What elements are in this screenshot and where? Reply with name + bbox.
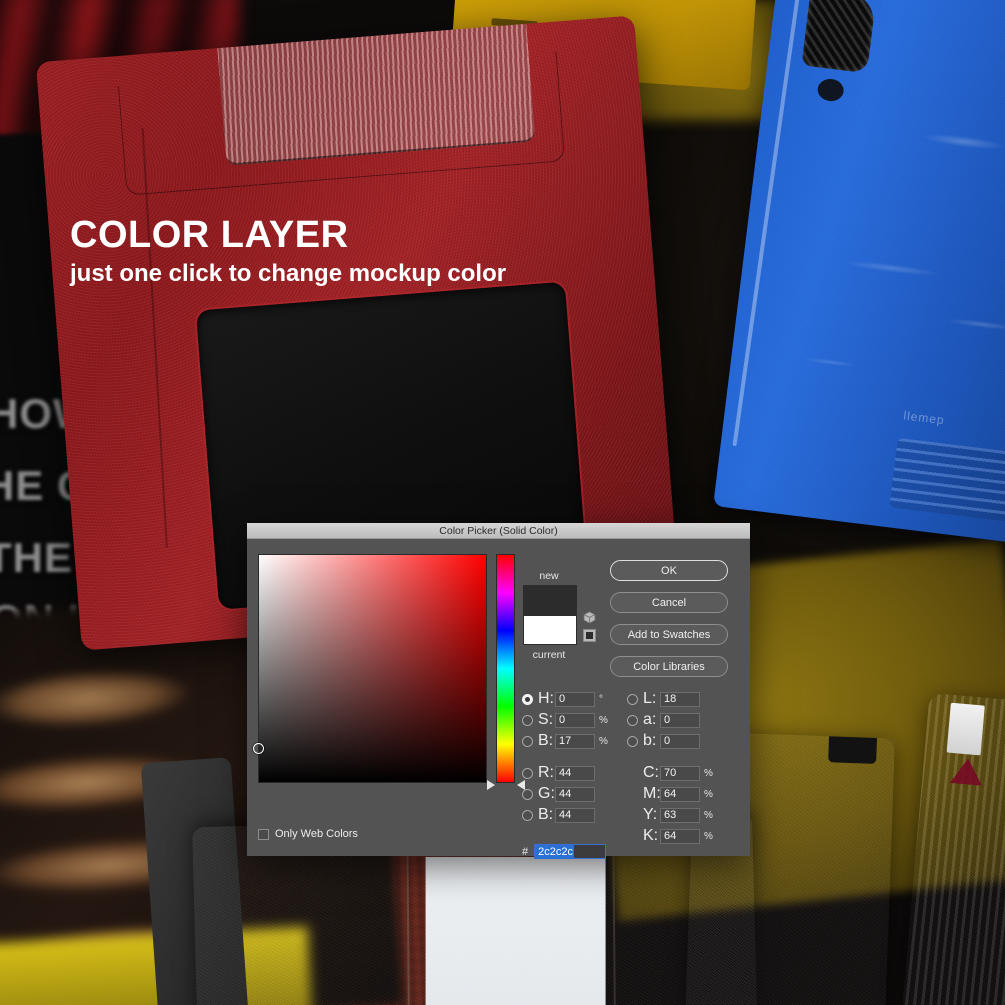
- field-row-lab-l[interactable]: L: 18: [627, 690, 700, 707]
- label-magenta: M:: [643, 785, 661, 802]
- radio-red[interactable]: [522, 767, 533, 779]
- unit-black: %: [704, 830, 713, 842]
- only-web-colors-label: Only Web Colors: [275, 828, 358, 840]
- input-lab-b[interactable]: 0: [660, 733, 700, 749]
- radio-lab-a[interactable]: [627, 714, 638, 726]
- floppy-dark-right-notch: [828, 736, 878, 764]
- radio-lab-b[interactable]: [627, 735, 638, 747]
- floppy-blue-shutter-opening: [801, 0, 877, 74]
- radio-hue[interactable]: [522, 693, 533, 705]
- label-cyan: C:: [643, 764, 659, 781]
- radio-green[interactable]: [522, 788, 533, 800]
- dialog-title: Color Picker (Solid Color): [439, 524, 558, 537]
- input-lab-a[interactable]: 0: [660, 712, 700, 728]
- field-row-green[interactable]: G: 44: [522, 785, 595, 802]
- hue-slider[interactable]: [496, 554, 515, 783]
- input-hue[interactable]: 0: [555, 691, 595, 707]
- label-lab-l: L:: [643, 690, 657, 707]
- web-safe-cube-icon[interactable]: [583, 611, 596, 624]
- label-green: G:: [538, 785, 555, 802]
- input-brightness[interactable]: 17: [555, 733, 595, 749]
- label-black: K:: [643, 827, 659, 844]
- radio-saturation[interactable]: [522, 714, 533, 726]
- field-row-magenta[interactable]: M: 64 %: [643, 785, 713, 802]
- field-row-saturation[interactable]: S: 0 %: [522, 711, 608, 728]
- unit-magenta: %: [704, 788, 713, 800]
- label-blue: B:: [538, 806, 554, 823]
- field-row-blue[interactable]: B: 44: [522, 806, 595, 823]
- color-field-cursor[interactable]: [253, 743, 264, 754]
- web-safe-color-swatch-icon[interactable]: [583, 629, 596, 642]
- new-color-label: new: [539, 570, 559, 582]
- label-lab-b: b:: [643, 732, 657, 749]
- field-row-brightness[interactable]: B: 17 %: [522, 732, 608, 749]
- label-red: R:: [538, 764, 554, 781]
- label-brightness: B:: [538, 732, 554, 749]
- new-color-swatch[interactable]: [524, 586, 576, 616]
- checkbox-box[interactable]: [258, 828, 269, 840]
- label-saturation: S:: [538, 711, 554, 728]
- label-lab-a: a:: [643, 711, 657, 728]
- floppy-dark-seam-left: [406, 841, 411, 1005]
- radio-blue[interactable]: [522, 809, 533, 821]
- input-green[interactable]: 44: [555, 786, 595, 802]
- field-row-yellow[interactable]: Y: 63 %: [643, 806, 713, 823]
- overlay-title-text: COLOR LAYER: [70, 214, 349, 256]
- cancel-button[interactable]: Cancel: [610, 592, 728, 613]
- label-yellow: Y:: [643, 806, 658, 823]
- screenshot-root: HOW D HE GET THE SC ON HIS llemep: [0, 0, 1005, 1005]
- input-blue[interactable]: 44: [555, 807, 595, 823]
- floppy-red-metal-shutter: [215, 15, 536, 166]
- field-row-red[interactable]: R: 44: [522, 764, 595, 781]
- color-picker-dialog[interactable]: Color Picker (Solid Color) Only Web Colo…: [247, 523, 750, 859]
- radio-lab-l[interactable]: [627, 693, 638, 705]
- input-yellow[interactable]: 63: [660, 807, 700, 823]
- unit-yellow: %: [704, 809, 713, 821]
- hex-prefix-label: #: [522, 845, 529, 858]
- current-color-swatch[interactable]: [524, 616, 576, 644]
- unit-saturation: %: [599, 714, 608, 726]
- field-row-cyan[interactable]: C: 70 %: [643, 764, 713, 781]
- input-red[interactable]: 44: [555, 765, 595, 781]
- hex-value[interactable]: 2c2c2c: [535, 844, 574, 859]
- unit-cyan: %: [704, 767, 713, 779]
- hex-input[interactable]: 2c2c2c: [534, 844, 607, 859]
- floppy-pink-arrow-emboss: [949, 756, 985, 786]
- only-web-colors-checkbox[interactable]: Only Web Colors: [258, 828, 358, 840]
- input-black[interactable]: 64: [660, 828, 700, 844]
- dialog-body: Only Web Colors new current OK Cancel Ad…: [247, 539, 750, 859]
- label-hue: H:: [538, 690, 554, 707]
- saturation-brightness-field[interactable]: [253, 554, 487, 783]
- overlay-subtitle-text: just one click to change mockup color: [70, 260, 507, 287]
- input-cyan[interactable]: 70: [660, 765, 700, 781]
- current-color-label: current: [532, 649, 566, 661]
- hue-slider-marker-left[interactable]: [487, 780, 495, 790]
- input-magenta[interactable]: 64: [660, 786, 700, 802]
- add-to-swatches-button[interactable]: Add to Swatches: [610, 624, 728, 645]
- field-row-hue[interactable]: H: 0 °: [522, 690, 603, 707]
- field-row-lab-b[interactable]: b: 0: [627, 732, 700, 749]
- overlay-title: COLOR LAYER just one click to change moc…: [70, 216, 506, 286]
- floppy-dark-seam-right: [612, 836, 617, 1005]
- color-preview-swatch[interactable]: [523, 585, 577, 645]
- radio-brightness[interactable]: [522, 735, 533, 747]
- floppy-pink-write-protect-slider: [946, 702, 985, 756]
- unit-brightness: %: [599, 735, 608, 747]
- field-row-lab-a[interactable]: a: 0: [627, 711, 700, 728]
- hex-field-row[interactable]: # 2c2c2c: [522, 844, 607, 859]
- ok-button[interactable]: OK: [610, 560, 728, 581]
- color-libraries-button[interactable]: Color Libraries: [610, 656, 728, 677]
- input-saturation[interactable]: 0: [555, 712, 595, 728]
- dialog-titlebar: Color Picker (Solid Color): [247, 523, 750, 539]
- input-lab-l[interactable]: 18: [660, 691, 700, 707]
- field-row-black[interactable]: K: 64 %: [643, 827, 713, 844]
- floppy-dark-white-label: [425, 856, 606, 1005]
- unit-hue: °: [599, 693, 603, 705]
